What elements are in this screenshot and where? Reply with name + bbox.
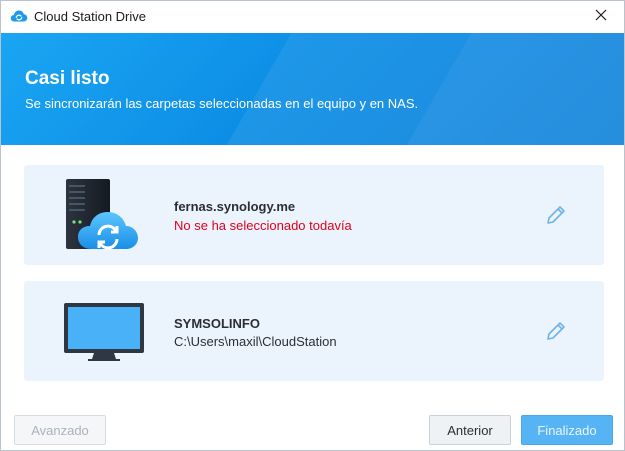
local-folder-path: C:\Users\maxil\CloudStation — [174, 334, 337, 349]
back-button[interactable]: Anterior — [429, 415, 511, 445]
computer-card: SYMSOLINFO C:\Users\maxil\CloudStation — [24, 281, 604, 381]
close-icon — [595, 8, 607, 26]
title-bar: Cloud Station Drive — [1, 1, 624, 33]
nas-sync-icon — [62, 177, 158, 258]
pencil-icon — [544, 322, 568, 347]
header-banner: Casi listo Se sincronizarán las carpetas… — [1, 33, 624, 145]
nas-name: fernas.synology.me — [174, 199, 296, 214]
page-title: Casi listo — [25, 68, 110, 89]
finish-button[interactable]: Finalizado — [521, 415, 613, 445]
nas-card: fernas.synology.me No se ha seleccionado… — [24, 165, 604, 265]
computer-name: SYMSOLINFO — [174, 316, 260, 331]
edit-nas-button[interactable] — [544, 203, 568, 227]
close-button[interactable] — [578, 1, 624, 33]
cloud-station-drive-window: Cloud Station Drive Casi listo Se sincro… — [0, 0, 625, 451]
page-subtitle: Se sincronizarán las carpetas selecciona… — [25, 96, 419, 111]
nas-folder-status: No se ha seleccionado todavía — [174, 218, 352, 233]
advanced-button[interactable]: Avanzado — [14, 415, 106, 445]
pencil-icon — [544, 206, 568, 231]
monitor-icon — [62, 301, 146, 368]
cloud-icon — [10, 9, 28, 23]
window-title: Cloud Station Drive — [34, 9, 146, 24]
edit-computer-button[interactable] — [544, 319, 568, 343]
